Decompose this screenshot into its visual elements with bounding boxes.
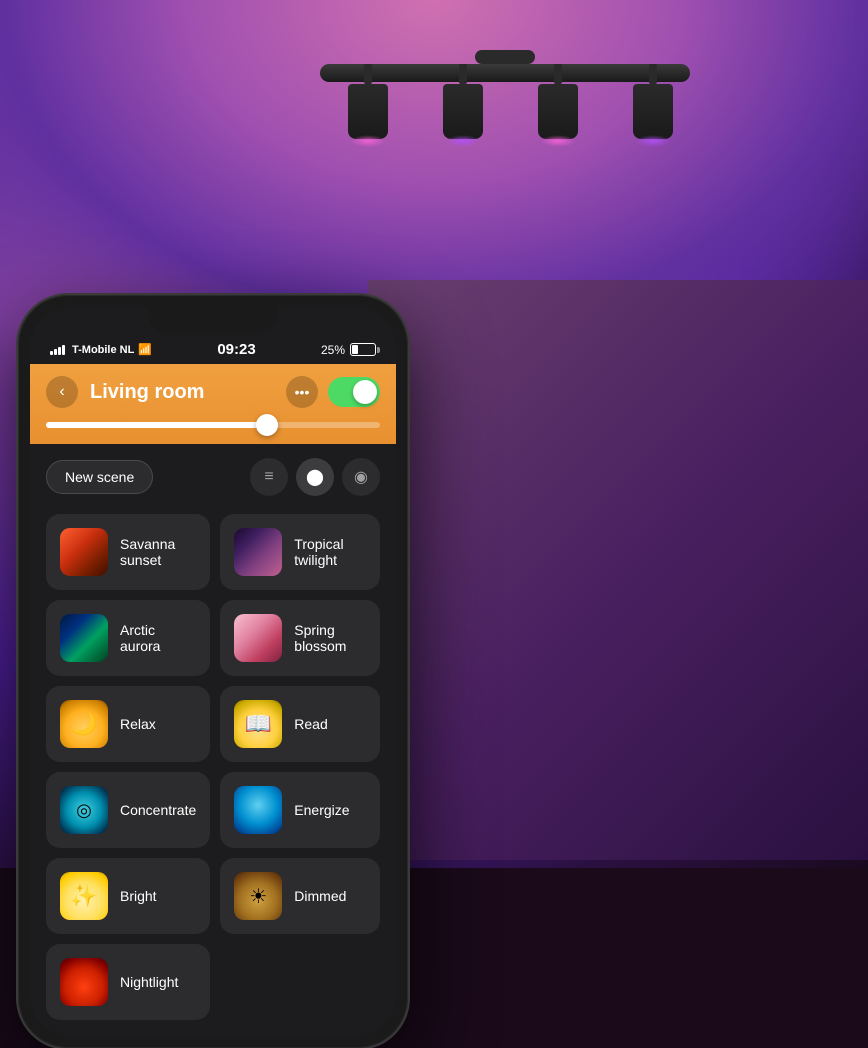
scene-thumb-spring [234, 614, 282, 662]
scene-thumb-nightlight [60, 958, 108, 1006]
scene-controls-bar: New scene ≡ ⬤ ◉ [30, 444, 396, 510]
color-view-button[interactable]: ◉ [342, 458, 380, 496]
scene-energize[interactable]: Energize [220, 772, 380, 848]
scene-label-read: Read [294, 716, 327, 732]
scene-label-arctic: Arctic aurora [120, 622, 196, 654]
scene-thumb-dimmed: ☀ [234, 872, 282, 920]
scene-grid: Savanna sunset Tropical twilight Arctic … [30, 510, 396, 1036]
scene-thumb-read: 📖 [234, 700, 282, 748]
scene-arctic-aurora[interactable]: Arctic aurora [46, 600, 210, 676]
scene-thumb-bright: ✨ [60, 872, 108, 920]
light-3 [538, 64, 578, 139]
room-ceiling-glow [0, 0, 868, 320]
status-time: 09:23 [217, 341, 255, 358]
new-scene-button[interactable]: New scene [46, 460, 153, 494]
scene-label-energize: Energize [294, 802, 349, 818]
scene-label-concentrate: Concentrate [120, 802, 196, 818]
light-1 [348, 64, 388, 139]
light-2 [443, 64, 483, 139]
view-controls: ≡ ⬤ ◉ [250, 458, 380, 496]
battery-icon [350, 343, 376, 356]
scene-thumb-arctic [60, 614, 108, 662]
palette-icon: ⬤ [306, 467, 324, 487]
grid-view-button[interactable]: ⬤ [296, 458, 334, 496]
more-dots-icon: ••• [295, 384, 310, 400]
brightness-slider[interactable] [46, 422, 380, 428]
status-right: 25% [321, 343, 376, 357]
scene-thumb-concentrate: ◎ [60, 786, 108, 834]
scene-tropical-twilight[interactable]: Tropical twilight [220, 514, 380, 590]
signal-icon [50, 345, 65, 355]
light-4 [633, 64, 673, 139]
ceiling-fixture [320, 60, 690, 82]
app-header: ‹ Living room ••• [30, 364, 396, 444]
status-left: T-Mobile NL 📶 [50, 343, 152, 356]
phone-notch [148, 307, 278, 333]
scene-bright[interactable]: ✨ Bright [46, 858, 210, 934]
scene-label-bright: Bright [120, 888, 157, 904]
scene-spring-blossom[interactable]: Spring blossom [220, 600, 380, 676]
room-wall [368, 280, 868, 860]
more-options-button[interactable]: ••• [286, 376, 318, 408]
scene-label-savanna: Savanna sunset [120, 536, 196, 568]
scene-relax[interactable]: 🌙 Relax [46, 686, 210, 762]
scene-concentrate[interactable]: ◎ Concentrate [46, 772, 210, 848]
room-title: Living room [90, 381, 286, 404]
back-button[interactable]: ‹ [46, 376, 78, 408]
phone-screen: T-Mobile NL 📶 09:23 25% ‹ Living room [30, 307, 396, 1036]
color-icon: ◉ [354, 467, 368, 487]
list-view-button[interactable]: ≡ [250, 458, 288, 496]
scene-thumb-relax: 🌙 [60, 700, 108, 748]
scene-thumb-savanna [60, 528, 108, 576]
room-toggle[interactable] [328, 377, 380, 407]
carrier-label: T-Mobile NL [72, 344, 134, 356]
phone-frame: T-Mobile NL 📶 09:23 25% ‹ Living room [18, 295, 408, 1048]
wifi-icon: 📶 [138, 343, 152, 356]
scene-nightlight[interactable]: Nightlight [46, 944, 210, 1020]
scene-label-dimmed: Dimmed [294, 888, 346, 904]
battery-percent: 25% [321, 343, 345, 357]
phone-device: T-Mobile NL 📶 09:23 25% ‹ Living room [18, 295, 418, 1048]
scene-thumb-energize [234, 786, 282, 834]
scene-savanna-sunset[interactable]: Savanna sunset [46, 514, 210, 590]
scene-thumb-tropical [234, 528, 282, 576]
list-icon: ≡ [264, 468, 273, 486]
scene-label-nightlight: Nightlight [120, 974, 178, 990]
scene-label-spring: Spring blossom [294, 622, 366, 654]
scene-read[interactable]: 📖 Read [220, 686, 380, 762]
scene-dimmed[interactable]: ☀ Dimmed [220, 858, 380, 934]
scene-label-tropical: Tropical twilight [294, 536, 366, 568]
scene-label-relax: Relax [120, 716, 156, 732]
